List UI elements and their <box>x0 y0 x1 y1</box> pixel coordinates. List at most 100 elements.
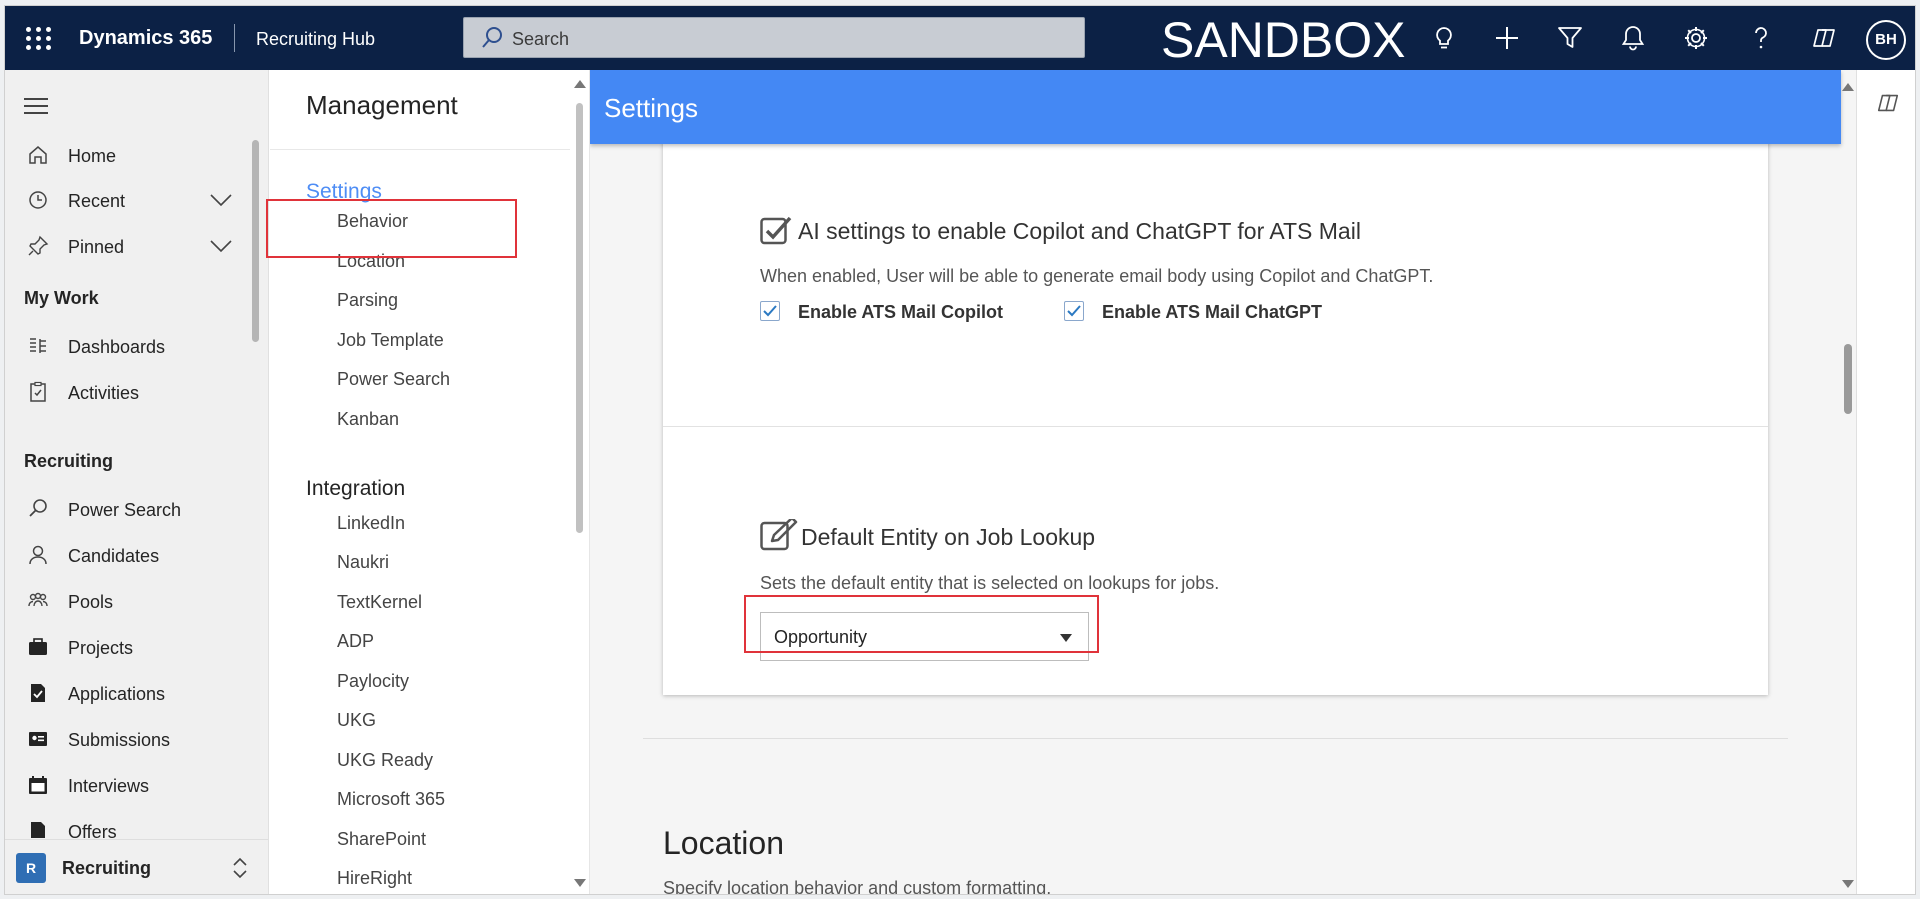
enable-chatgpt-label[interactable]: Enable ATS Mail ChatGPT <box>1102 302 1322 323</box>
nav-label: Candidates <box>68 546 160 566</box>
integration-item-adp[interactable]: ADP <box>337 631 374 652</box>
brand-divider <box>234 24 235 52</box>
card-divider <box>663 426 1768 427</box>
chevron-down-icon[interactable] <box>209 193 233 207</box>
lightbulb-icon[interactable] <box>1430 24 1458 52</box>
nav-label: Submissions <box>68 730 171 750</box>
nav-item-interviews[interactable]: Interviews <box>23 766 259 804</box>
dashboard-icon <box>30 338 46 353</box>
nav-item-pinned[interactable]: Pinned <box>23 227 259 265</box>
settings-item-power-search[interactable]: Power Search <box>337 369 450 390</box>
checkbox-square-icon <box>760 216 792 245</box>
location-section-description: Specify location behavior and custom for… <box>663 878 1052 895</box>
search-icon <box>482 27 502 48</box>
nav-label: Pinned <box>68 237 125 257</box>
job-lookup-title: Default Entity on Job Lookup <box>801 524 1096 550</box>
nav-item-recent[interactable]: Recent <box>23 181 259 219</box>
highlight-annotation <box>744 595 1099 653</box>
gear-icon[interactable] <box>1682 24 1710 52</box>
group-integration[interactable]: Integration <box>306 477 405 501</box>
briefcase-icon <box>29 638 47 655</box>
scroll-down-arrow-icon[interactable] <box>574 879 586 887</box>
integration-item-ukg[interactable]: UKG <box>337 710 376 731</box>
area-badge: R <box>16 853 46 883</box>
nav-heading-my-work: My Work <box>24 288 99 308</box>
nav-item-activities[interactable]: Activities <box>23 373 259 411</box>
enable-chatgpt-checkbox[interactable] <box>1064 301 1084 321</box>
nav-item-projects[interactable]: Projects <box>23 628 259 666</box>
nav-item-home[interactable]: Home <box>23 136 259 174</box>
integration-item-ukg-ready[interactable]: UKG Ready <box>337 750 433 771</box>
copilot-icon[interactable] <box>1875 90 1901 116</box>
nav-item-candidates[interactable]: Candidates <box>23 536 259 574</box>
nav-label: Offers <box>68 822 117 838</box>
app-name[interactable]: Recruiting Hub <box>256 29 375 50</box>
search-placeholder: Search <box>512 29 570 49</box>
settings-item-kanban[interactable]: Kanban <box>337 409 399 430</box>
clock-icon <box>29 191 47 209</box>
management-scrollbar[interactable] <box>576 103 583 533</box>
filter-icon[interactable] <box>1556 24 1584 52</box>
area-switcher[interactable]: R Recruiting <box>5 839 268 894</box>
app-window: Dynamics 365 Recruiting Hub Search SANDB… <box>4 5 1916 895</box>
checkmark-icon <box>1067 305 1081 317</box>
nav-label: Pools <box>68 592 114 612</box>
hamburger-menu-icon[interactable] <box>24 98 48 119</box>
brand-name[interactable]: Dynamics 365 <box>79 27 212 50</box>
ai-settings-description: When enabled, User will be able to gener… <box>760 266 1434 286</box>
integration-item-paylocity[interactable]: Paylocity <box>337 671 409 692</box>
integration-item-naukri[interactable]: Naukri <box>337 552 389 573</box>
nav-label: Projects <box>68 638 134 658</box>
section-divider <box>643 738 1788 739</box>
integration-item-hireright[interactable]: HireRight <box>337 868 412 889</box>
integration-item-linkedin[interactable]: LinkedIn <box>337 513 405 534</box>
settings-header: Settings <box>590 70 1841 144</box>
integration-item-textkernel[interactable]: TextKernel <box>337 592 422 613</box>
document-check-icon <box>31 684 45 702</box>
offer-icon <box>31 822 45 838</box>
scroll-up-arrow-icon[interactable] <box>574 80 586 88</box>
integration-item-sharepoint[interactable]: SharePoint <box>337 829 426 850</box>
enable-copilot-label[interactable]: Enable ATS Mail Copilot <box>798 302 1003 323</box>
scroll-down-arrow-icon[interactable] <box>1842 880 1854 888</box>
help-icon[interactable] <box>1747 24 1775 52</box>
chevron-up-down-icon[interactable] <box>230 854 250 882</box>
user-avatar[interactable]: BH <box>1866 20 1906 60</box>
bell-icon[interactable] <box>1619 24 1647 52</box>
highlight-annotation <box>266 199 517 258</box>
nav-item-submissions[interactable]: Submissions <box>23 720 259 758</box>
settings-card: AI settings to enable Copilot and ChatGP… <box>663 130 1768 695</box>
search-icon <box>29 499 47 517</box>
edit-icon <box>760 519 798 551</box>
home-icon <box>29 146 47 164</box>
area-label: Recruiting <box>62 858 152 878</box>
nav-item-pools[interactable]: Pools <box>23 582 259 620</box>
settings-item-job-template[interactable]: Job Template <box>337 330 444 351</box>
settings-item-parsing[interactable]: Parsing <box>337 290 398 311</box>
id-card-icon <box>29 732 47 746</box>
nav-scrollbar[interactable] <box>252 140 259 342</box>
integration-item-microsoft-365[interactable]: Microsoft 365 <box>337 789 445 810</box>
main-content: Settings AI settings to enable Copilot a… <box>590 70 1856 895</box>
scroll-up-arrow-icon[interactable] <box>1842 83 1854 91</box>
people-icon <box>28 592 48 607</box>
nav-label: Home <box>68 146 117 166</box>
settings-header-title: Settings <box>604 93 698 123</box>
search-box[interactable]: Search <box>463 17 1085 58</box>
nav-heading-recruiting: Recruiting <box>24 451 114 471</box>
plus-icon[interactable] <box>1493 24 1521 52</box>
main-scrollbar[interactable] <box>1844 344 1852 414</box>
enable-copilot-checkbox[interactable] <box>760 301 780 321</box>
app-launcher-icon[interactable] <box>22 23 52 53</box>
nav-item-offers[interactable]: Offers <box>23 812 259 838</box>
activities-icon <box>30 381 46 402</box>
nav-item-dashboards[interactable]: Dashboards <box>23 327 259 365</box>
chevron-down-icon[interactable] <box>209 239 233 253</box>
management-panel: Management Settings Behavior Location Pa… <box>266 70 590 894</box>
copilot-icon[interactable] <box>1810 24 1838 52</box>
ai-settings-title: AI settings to enable Copilot and ChatGP… <box>798 218 1361 244</box>
top-bar: Dynamics 365 Recruiting Hub Search SANDB… <box>5 6 1915 70</box>
management-title: Management <box>306 90 458 120</box>
nav-item-applications[interactable]: Applications <box>23 674 259 712</box>
nav-item-power-search[interactable]: Power Search <box>23 490 259 528</box>
